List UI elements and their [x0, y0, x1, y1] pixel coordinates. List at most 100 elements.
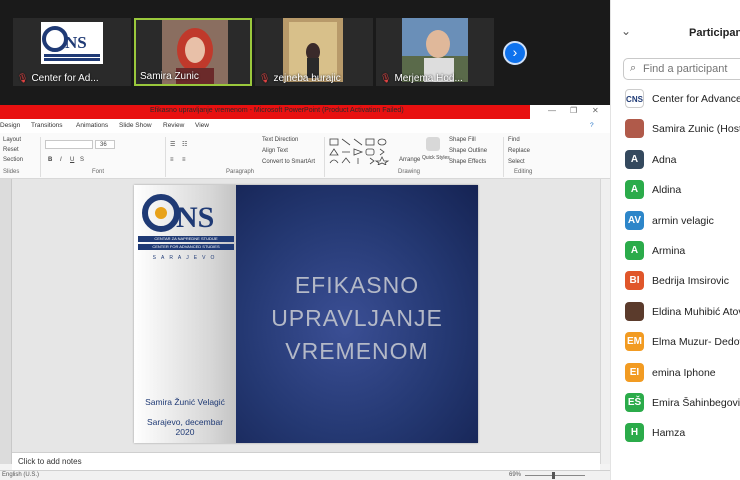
zoom-level[interactable]: 69%	[509, 472, 521, 478]
participant-row[interactable]: EŠ Emira Šahinbegović	[611, 389, 740, 419]
logo-city: SARAJEVO	[152, 255, 220, 261]
chevron-down-icon[interactable]: ⌄	[621, 24, 631, 38]
select-button[interactable]: Select	[508, 159, 525, 165]
zoom-slider[interactable]	[525, 475, 585, 476]
participant-row[interactable]: Samira Zunic (Host)	[611, 115, 740, 145]
gallery-next-button[interactable]: ›	[503, 41, 527, 65]
slides-pane-collapsed[interactable]	[0, 179, 12, 464]
shapes-gallery[interactable]	[328, 137, 396, 165]
layout-button[interactable]: Layout	[3, 137, 21, 143]
participant-row[interactable]: EM Elma Muzur- Dedovi	[611, 328, 740, 358]
status-language[interactable]: English (U.S.)	[2, 472, 39, 478]
participant-row[interactable]: AV armin velagic	[611, 207, 740, 237]
numbering-icon[interactable]: ☷	[182, 141, 187, 148]
window-title: Efikasno upravljanje vremenom - Microsof…	[150, 107, 404, 114]
close-icon[interactable]: ✕	[592, 106, 599, 115]
cns-logo: NS	[142, 194, 214, 233]
slide-title[interactable]: EFIKASNO UPRAVLJANJE VREMENOM	[252, 269, 462, 368]
participant-name: armin velagic	[652, 214, 714, 227]
participant-list: CNS Center for Advanced Samira Zunic (Host…	[611, 85, 740, 450]
tab-slide-show[interactable]: Slide Show	[119, 122, 152, 129]
search-icon: ⌕	[630, 62, 637, 74]
avatar: AV	[625, 210, 644, 230]
italic-button[interactable]: I	[60, 157, 62, 163]
shape-effects-button[interactable]: Shape Effects	[449, 159, 486, 165]
avatar: EM	[625, 332, 644, 352]
restore-icon[interactable]: ❐	[570, 106, 577, 115]
title-line-1: EFIKASNO	[294, 272, 420, 298]
reset-button[interactable]: Reset	[3, 147, 19, 153]
slide-author[interactable]: Samira Žunić Velagić	[134, 397, 236, 407]
text-direction-button[interactable]: Text Direction	[262, 137, 298, 143]
underline-button[interactable]: U	[70, 157, 74, 163]
video-tile-center[interactable]: NS 🎙 Center for Ad...	[13, 18, 131, 86]
title-line-3: VREMENOM	[285, 338, 429, 364]
svg-text:NS: NS	[176, 201, 214, 233]
ribbon-separator	[40, 137, 41, 177]
participant-row[interactable]: BI Bedrija Imsirovic	[611, 267, 740, 297]
group-label-drawing: Drawing	[398, 169, 421, 175]
help-icon[interactable]: ?	[590, 122, 594, 129]
convert-smartart-button[interactable]: Convert to SmartArt	[262, 159, 315, 165]
avatar: A	[625, 180, 644, 200]
participant-name: Armina	[652, 244, 686, 257]
bullets-icon[interactable]: ☰	[170, 141, 175, 148]
slide-editing-area: NS CENTAR ZA NAPREDNE STUDIJE CENTER FOR…	[0, 179, 610, 464]
shape-outline-button[interactable]: Shape Outline	[449, 148, 487, 154]
tab-review[interactable]: Review	[163, 122, 184, 129]
svg-text:NS: NS	[65, 33, 87, 52]
replace-button[interactable]: Replace	[508, 148, 530, 154]
participant-row[interactable]: A Adna	[611, 146, 740, 176]
video-tile-zejneba[interactable]: 🎙 zejneba burajic	[255, 18, 373, 86]
notes-pane[interactable]: Click to add notes	[12, 452, 600, 470]
vertical-scrollbar[interactable]	[600, 179, 610, 464]
logo-line-2: CENTER FOR ADVANCED STUDIES	[138, 244, 234, 250]
tab-animations[interactable]: Animations	[76, 122, 108, 129]
participant-row[interactable]: A Aldina	[611, 176, 740, 206]
slide-place-date[interactable]: Sarajevo, decembar 2020	[134, 417, 236, 437]
video-tile-samira[interactable]: Samira Zunic	[134, 18, 252, 86]
participant-search[interactable]: ⌕	[623, 58, 740, 80]
participant-row[interactable]: CNS Center for Advanced	[611, 85, 740, 115]
status-bar: English (U.S.) 69%	[0, 470, 610, 480]
quick-styles-button[interactable]: Quick Styles	[422, 155, 450, 161]
quick-styles-icon[interactable]	[426, 137, 440, 151]
font-size-box[interactable]: 36	[95, 140, 115, 149]
strikethrough-button[interactable]: S	[80, 157, 84, 163]
ribbon-separator	[503, 137, 504, 177]
notes-placeholder: Click to add notes	[18, 457, 82, 466]
avatar: H	[625, 423, 644, 443]
search-input[interactable]	[643, 62, 740, 76]
shape-fill-button[interactable]: Shape Fill	[449, 137, 476, 143]
tab-transitions[interactable]: Transitions	[31, 122, 63, 129]
participant-name: Aldina	[652, 184, 682, 197]
zoom-slider-thumb[interactable]	[552, 472, 555, 479]
participant-name: Samira Zunic (Host)	[652, 123, 740, 136]
align-left-icon[interactable]: ≡	[170, 157, 174, 163]
screen: NS 🎙 Center for Ad... Samira Zunic 🎙 zej…	[0, 0, 740, 480]
participant-row[interactable]: EI emina Iphone	[611, 359, 740, 389]
find-button[interactable]: Find	[508, 137, 520, 143]
slide-canvas[interactable]: NS CENTAR ZA NAPREDNE STUDIJE CENTER FOR…	[134, 185, 478, 443]
align-center-icon[interactable]: ≡	[182, 157, 186, 163]
participant-name: Adna	[652, 153, 677, 166]
video-tile-merjema[interactable]: 🎙 Merjema Hod...	[376, 18, 494, 86]
tab-view[interactable]: View	[195, 122, 209, 129]
mic-muted-icon: 🎙	[17, 73, 29, 83]
participant-row[interactable]: A Armina	[611, 237, 740, 267]
participant-name: Hamza	[652, 427, 686, 440]
logo-line-1: CENTAR ZA NAPREDNE STUDIJE	[138, 236, 234, 242]
tab-design[interactable]: Design	[0, 122, 20, 129]
participant-row[interactable]: Eldina Muhibić Atovi	[611, 298, 740, 328]
arrange-button[interactable]: Arrange	[399, 157, 420, 163]
participant-row[interactable]: H Hamza	[611, 419, 740, 449]
minimize-icon[interactable]: —	[548, 106, 556, 115]
avatar: A	[625, 240, 644, 260]
font-name-box[interactable]	[45, 140, 93, 149]
bold-button[interactable]: B	[48, 157, 52, 163]
participants-panel: ⌄ Participant ⌕ CNS Center for Advanced Sa…	[610, 0, 740, 480]
section-button[interactable]: Section	[3, 157, 23, 163]
place-line-1: Sarajevo, decembar	[146, 417, 224, 427]
avatar	[625, 119, 644, 139]
align-text-button[interactable]: Align Text	[262, 148, 288, 154]
